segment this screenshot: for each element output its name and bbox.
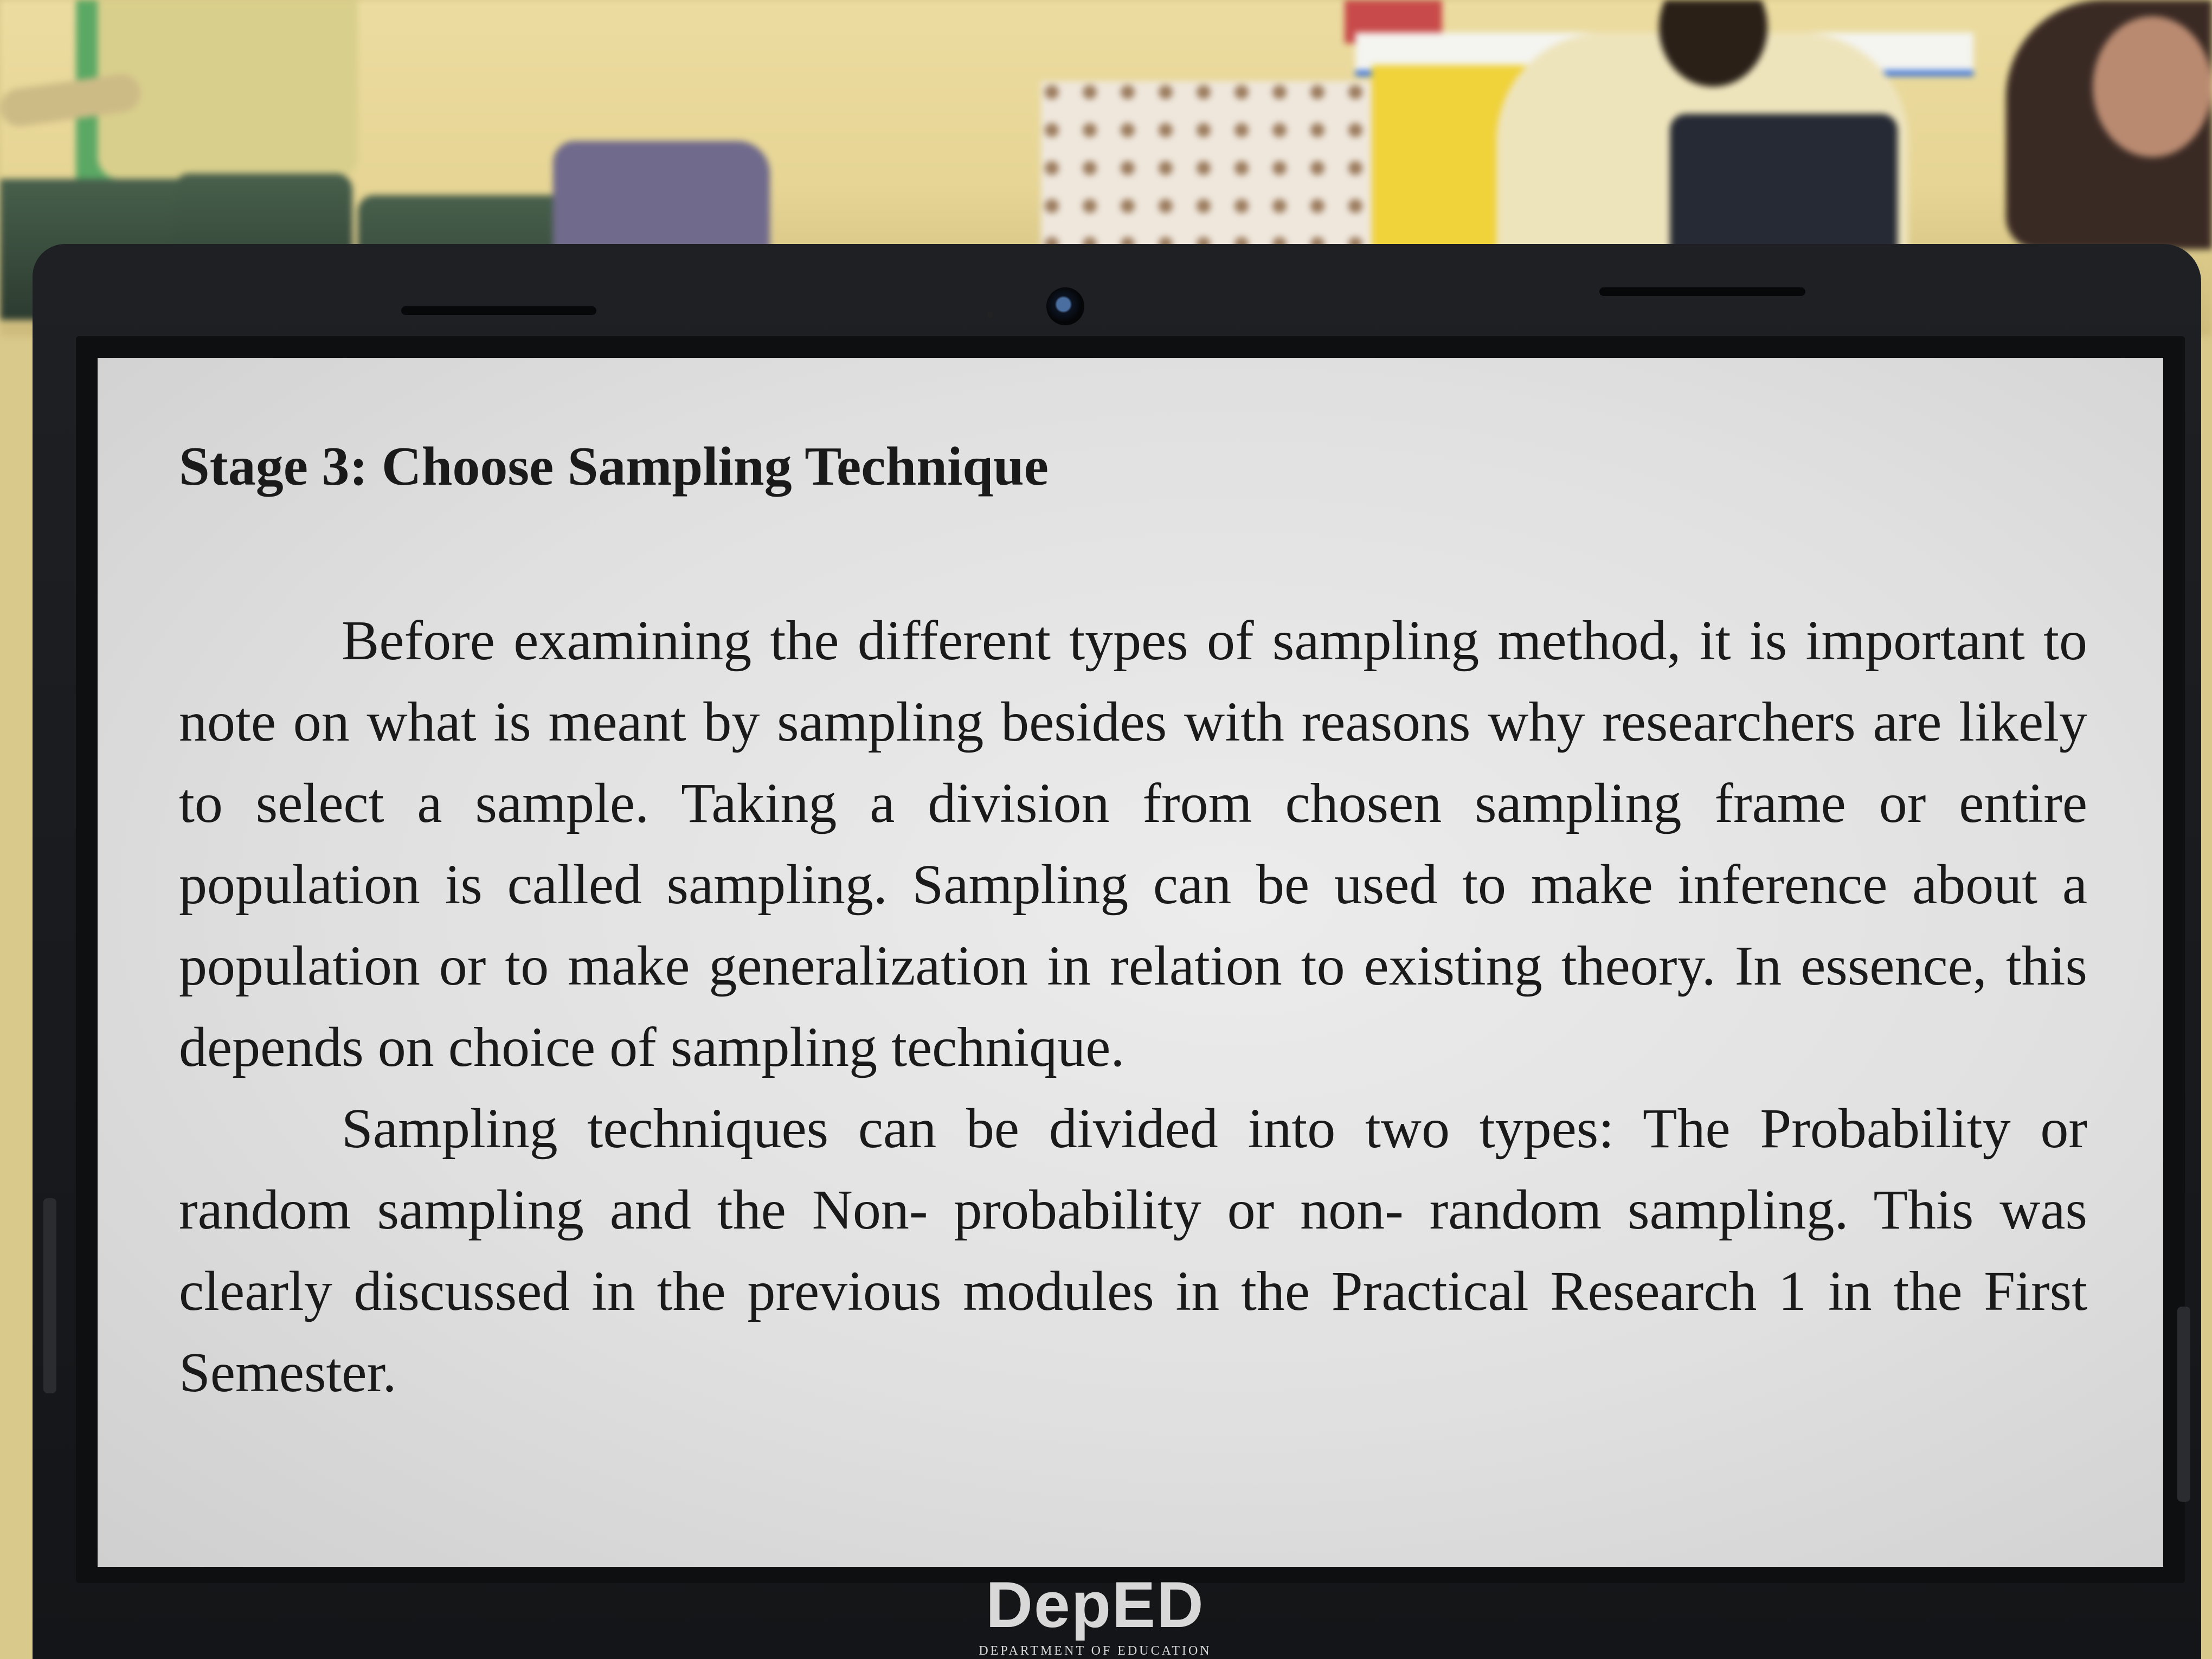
- student-right-face: [2093, 16, 2212, 157]
- speaker-grille: [401, 306, 596, 315]
- bezel-edge-left: [43, 1198, 56, 1393]
- document-page: Stage 3: Choose Sampling Technique Befor…: [179, 434, 2087, 1413]
- webcam-icon: [1046, 287, 1084, 325]
- deped-logo: DepED DEPARTMENT OF EDUCATION: [933, 1567, 1258, 1659]
- laptop-bezel: Stage 3: Choose Sampling Technique Befor…: [33, 244, 2201, 1659]
- document-paragraph: Before examining the different types of …: [179, 609, 2087, 1079]
- bezel-edge-right: [2177, 1307, 2190, 1502]
- screen-frame: Stage 3: Choose Sampling Technique Befor…: [76, 336, 2185, 1583]
- speaker-grille: [1599, 287, 1805, 296]
- logo-subtext: DEPARTMENT OF EDUCATION: [979, 1644, 1212, 1658]
- document-heading: Stage 3: Choose Sampling Technique: [179, 436, 1049, 497]
- webcam-led: [987, 312, 993, 318]
- document-paragraph: Sampling techniques can be divided into …: [179, 1097, 2087, 1404]
- laptop-screen: Stage 3: Choose Sampling Technique Befor…: [98, 358, 2163, 1567]
- logo-text: DepED: [986, 1568, 1205, 1641]
